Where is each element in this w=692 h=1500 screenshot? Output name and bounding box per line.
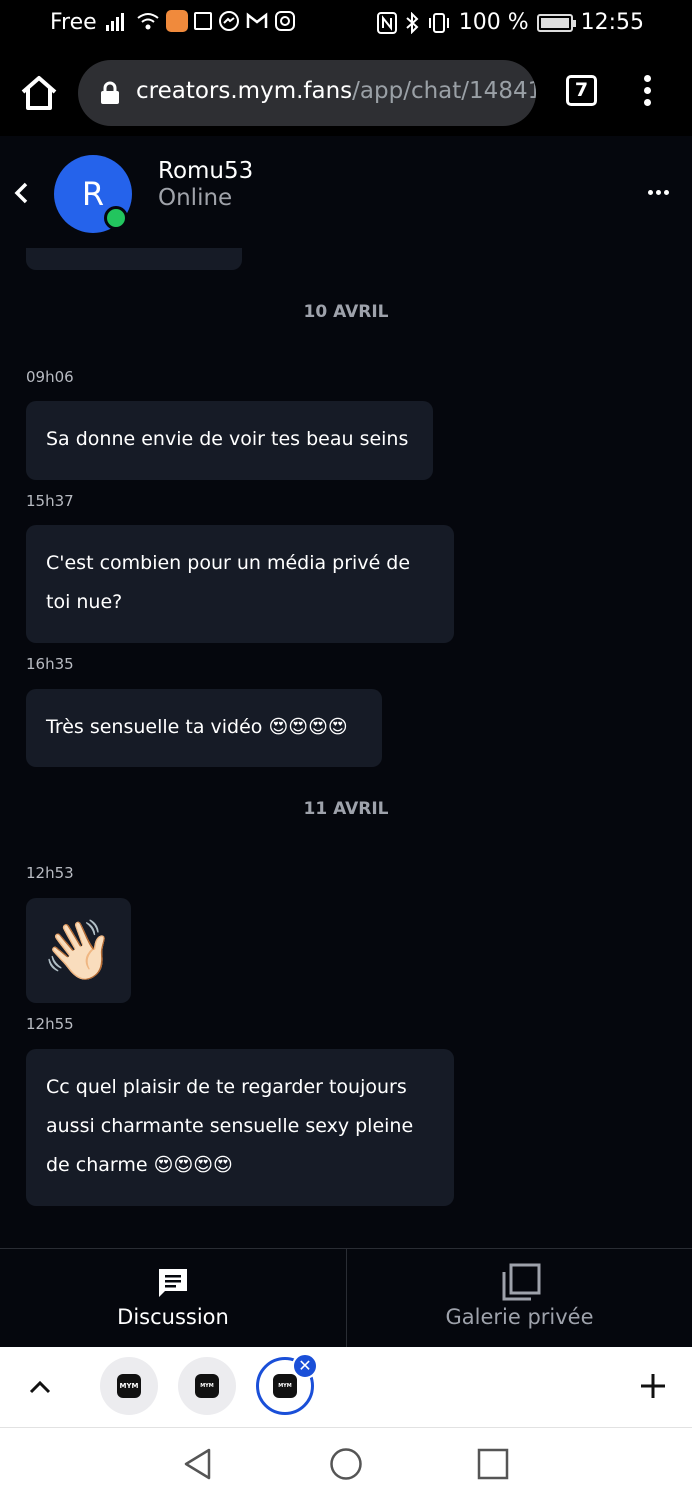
bluetooth-icon [406,11,419,34]
status-icons-right: 100 % 12:55 [376,10,644,35]
message-bubble[interactable]: Sa donne envie de voir tes beau seins [26,401,433,480]
message-text: Très sensuelle ta vidéo 😍😍😍😍 [46,716,348,738]
browser-menu-icon[interactable] [636,72,658,112]
app-notification-icon [166,10,188,32]
nav-back-icon[interactable] [182,1447,214,1481]
chevron-up-icon[interactable] [26,1373,54,1401]
carrier-label: Free [50,10,97,35]
tab-gallery-label: Galerie privée [445,1305,594,1329]
tab-favicon: MYM [117,1374,141,1398]
waving-hand-emoji: 👋🏻 [42,916,115,984]
nav-recents-icon[interactable] [477,1448,509,1480]
message-text: C'est combien pour un média privé de toi… [46,552,411,613]
battery-icon [536,13,576,32]
tab-favicon: MYM [273,1374,297,1398]
url-path: /app/chat/1484124 [352,78,536,104]
message-time: 16h35 [26,655,74,673]
battery-percent: 100 % [458,10,529,35]
url-domain: creators.mym.fans [136,78,353,104]
message-text: Sa donne envie de voir tes beau seins [46,428,409,450]
clock: 12:55 [580,10,644,35]
qr-code-icon [194,12,212,30]
message-bubble[interactable]: Très sensuelle ta vidéo 😍😍😍😍 [26,689,382,767]
message-bubble-partial [26,248,242,270]
message-time: 15h37 [26,492,74,510]
date-separator: 11 AVRIL [303,799,389,819]
chat-bubble-icon [159,1269,187,1297]
message-bubble-emoji[interactable]: 👋🏻 [26,898,131,1003]
wifi-icon [137,13,159,30]
status-icons-left [106,10,296,32]
messenger-icon [219,11,239,31]
add-tab-icon[interactable] [638,1371,668,1401]
gallery-icon [502,1263,541,1301]
back-arrow-icon[interactable] [8,178,34,208]
contact-status: Online [158,185,233,211]
lock-icon [101,81,119,104]
chat-bottom-tabs: Discussion Galerie privée [0,1248,692,1348]
chat-header: R Romu53 Online [0,136,692,248]
message-text: Cc quel plaisir de te regarder toujours … [46,1076,414,1176]
browser-tab-2[interactable]: MYM [178,1357,236,1415]
tab-discussion[interactable]: Discussion [0,1249,346,1348]
home-icon[interactable] [18,72,60,114]
online-status-dot [104,206,128,230]
vibrate-icon [428,12,449,33]
tab-discussion-label: Discussion [117,1305,229,1329]
message-time: 12h53 [26,864,74,882]
address-bar[interactable]: creators.mym.fans/app/chat/1484124 [78,60,536,126]
message-bubble[interactable]: C'est combien pour un média privé de toi… [26,525,454,643]
instagram-icon [275,11,295,31]
contact-name[interactable]: Romu53 [158,158,253,184]
message-time: 09h06 [26,368,74,386]
date-separator: 10 AVRIL [303,302,389,322]
system-navigation-bar [0,1427,692,1500]
tab-favicon: MYM [195,1374,219,1398]
browser-tab-1[interactable]: MYM [100,1357,158,1415]
url-text: creators.mym.fans/app/chat/1484124 [136,78,536,104]
tab-count-button[interactable]: 7 [566,75,597,106]
nfc-icon [376,11,397,34]
more-options-icon[interactable] [648,180,672,204]
nav-home-icon[interactable] [329,1447,363,1481]
message-list[interactable]: 10 AVRIL 09h06 Sa donne envie de voir te… [0,248,692,1248]
message-time: 12h55 [26,1015,74,1033]
status-bar: Free 100 % 12:55 [0,0,692,48]
message-bubble[interactable]: Cc quel plaisir de te regarder toujours … [26,1049,454,1206]
browser-tab-strip: MYM MYM MYM ✕ [0,1347,692,1427]
gmail-icon [246,12,268,28]
signal-icon [106,13,124,31]
close-tab-icon[interactable]: ✕ [292,1353,318,1379]
browser-toolbar: creators.mym.fans/app/chat/1484124 7 [0,48,692,136]
tab-private-gallery[interactable]: Galerie privée [346,1249,692,1348]
